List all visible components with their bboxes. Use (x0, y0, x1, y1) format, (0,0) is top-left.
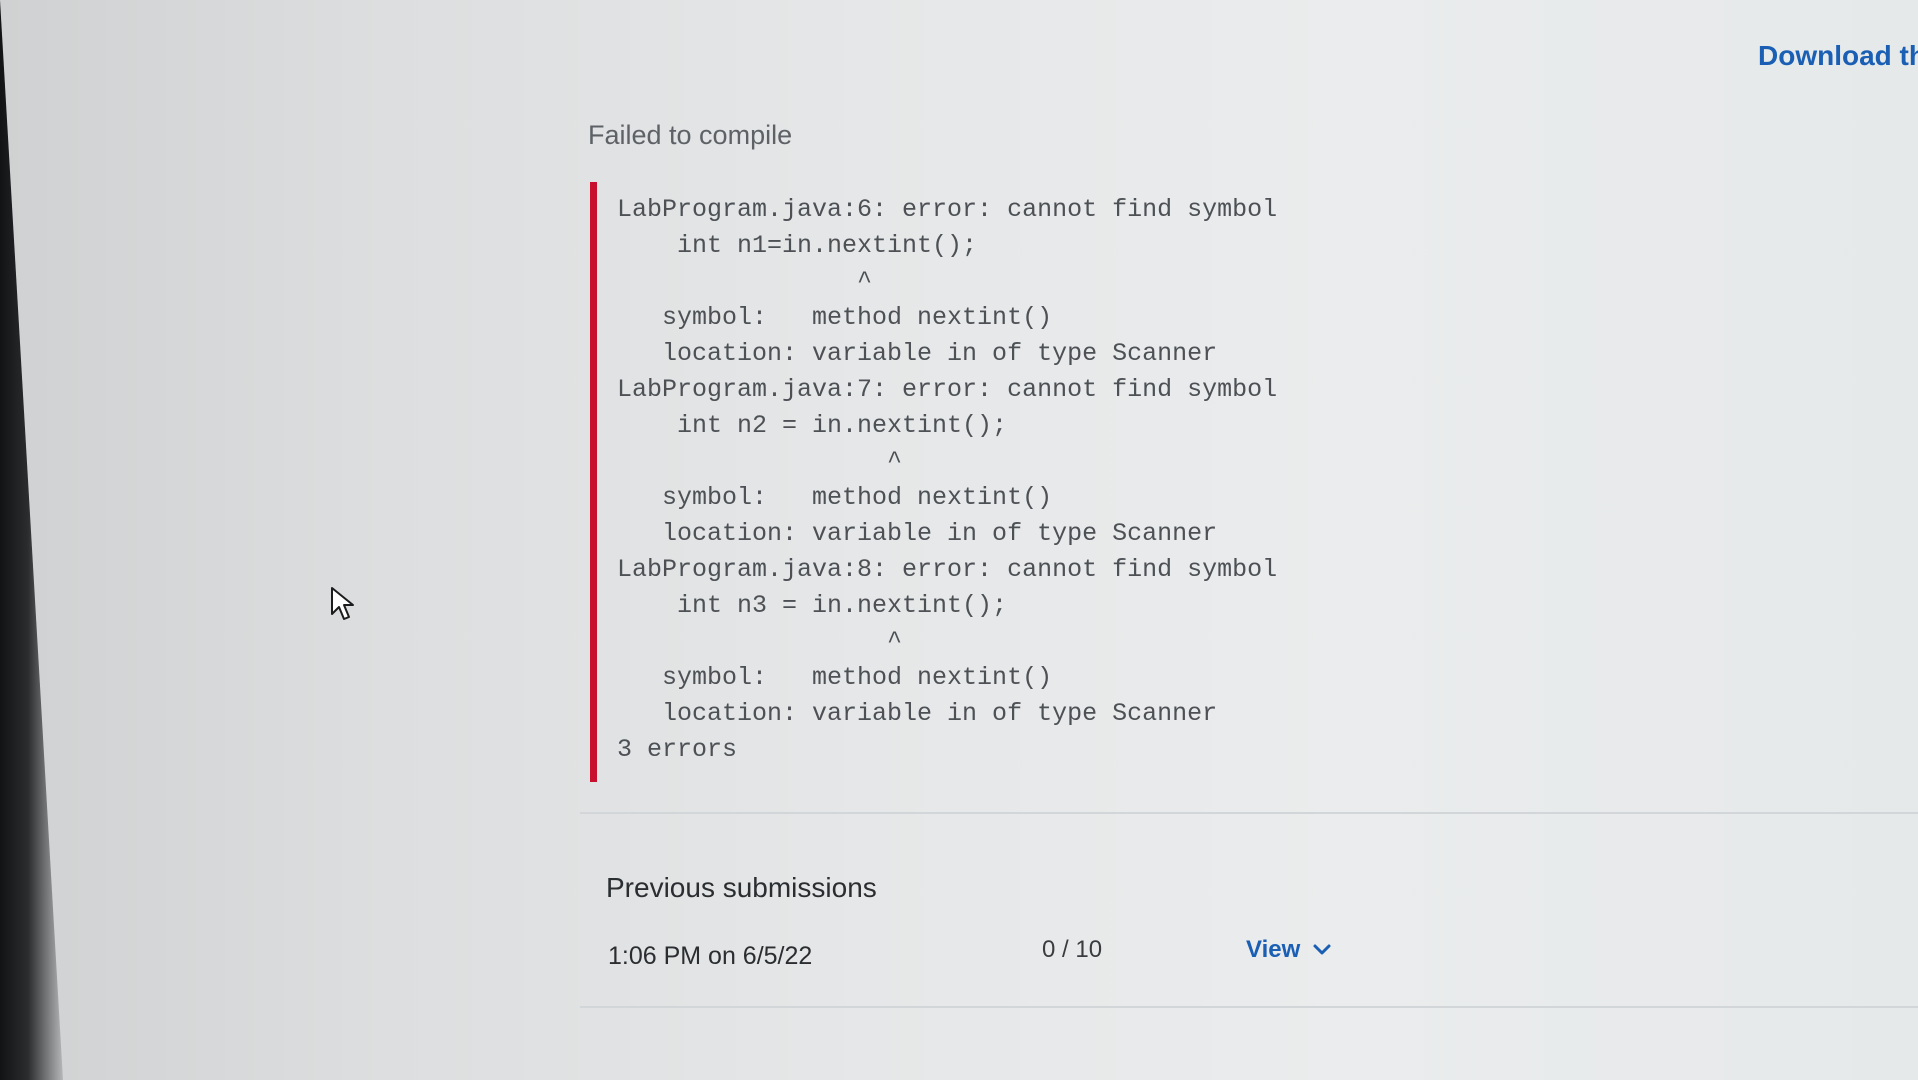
error-line: 3 errors (617, 735, 738, 764)
compile-error-block: LabProgram.java:6: error: cannot find sy… (590, 182, 1450, 782)
chevron-down-icon (1312, 940, 1332, 960)
error-line: ^ (617, 627, 903, 656)
view-submission-button[interactable]: View (1246, 936, 1332, 964)
previous-submissions-title: Previous submissions (606, 872, 877, 903)
error-line: int n2 = in.nextint(); (617, 411, 1008, 440)
download-link[interactable]: Download th (1758, 40, 1918, 72)
error-line: symbol: method nextint() (617, 483, 1053, 512)
error-line: location: variable in of type Scanner (617, 519, 1218, 548)
error-line: location: variable in of type Scanner (617, 699, 1218, 728)
section-divider (580, 1006, 1918, 1008)
error-line: ^ (617, 267, 873, 296)
error-line: LabProgram.java:7: error: cannot find sy… (617, 375, 1278, 404)
error-line: int n3 = in.nextint(); (617, 591, 1008, 620)
error-line: LabProgram.java:8: error: cannot find sy… (617, 555, 1278, 584)
view-submission-label: View (1246, 936, 1301, 963)
submission-score: 0 / 10 (1042, 936, 1103, 963)
error-line: symbol: method nextint() (617, 663, 1053, 692)
submission-date: 1:06 PM on 6/5/22 (608, 942, 813, 970)
monitor-bezel (0, 0, 63, 1080)
error-line: location: variable in of type Scanner (617, 339, 1218, 368)
mouse-cursor-icon (330, 586, 356, 622)
submission-row: 1:06 PM on 6/5/22 0 / 10 View (606, 936, 1366, 976)
error-line: LabProgram.java:6: error: cannot find sy… (617, 195, 1278, 224)
error-line: symbol: method nextint() (617, 303, 1053, 332)
error-line: ^ (617, 447, 903, 476)
error-line: int n1=in.nextint(); (617, 231, 978, 260)
compile-error-output: LabProgram.java:6: error: cannot find sy… (617, 182, 1450, 768)
compile-status-title: Failed to compile (588, 120, 793, 150)
section-divider (580, 812, 1918, 814)
